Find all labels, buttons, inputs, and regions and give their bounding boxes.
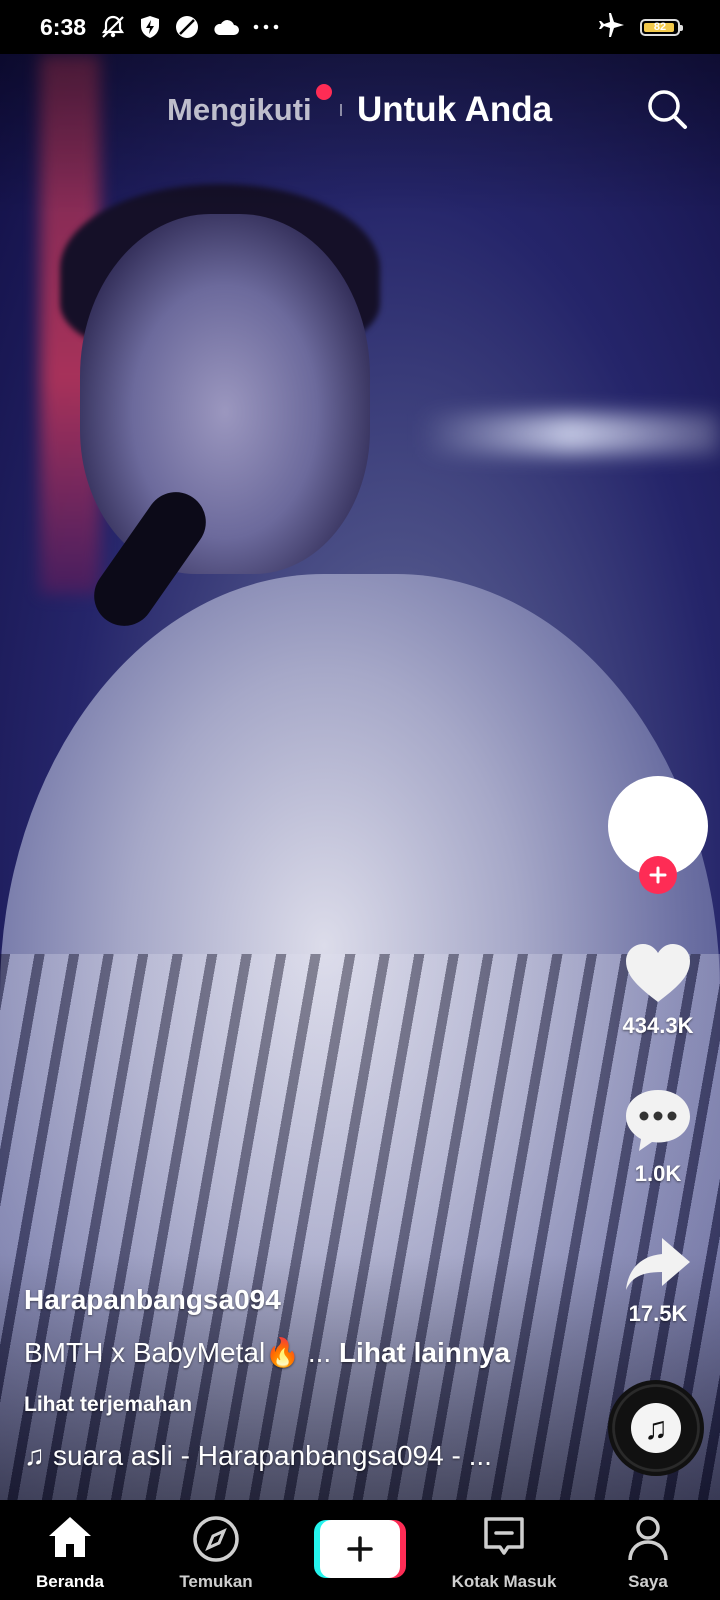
nav-profile-label: Saya [628, 1572, 668, 1591]
nav-discover-label: Temukan [179, 1572, 253, 1591]
nav-inbox-label: Kotak Masuk [451, 1572, 557, 1591]
music-disc[interactable]: ♫ [608, 1380, 704, 1476]
see-more-link[interactable]: Lihat lainnya [339, 1337, 510, 1368]
battery-level: 82 [653, 21, 667, 33]
compass-icon [193, 1516, 239, 1562]
description-text: BMTH x BabyMetal🔥 [24, 1337, 301, 1368]
description-ellipsis: ... [307, 1337, 332, 1368]
comment-icon [626, 1090, 690, 1151]
like-count: 434.3K [622, 1013, 694, 1038]
creator-username[interactable]: Harapanbangsa094 [24, 1284, 584, 1316]
notification-dot [316, 84, 332, 100]
battery-icon: 82 [640, 18, 683, 36]
status-icons-left [100, 14, 280, 40]
cloud-icon [212, 17, 240, 37]
sound-title: suara asli - Harapanbangsa094 - ... [53, 1440, 492, 1471]
share-count: 17.5K [628, 1301, 688, 1326]
status-icons-right: 82 [598, 11, 683, 44]
profile-icon [628, 1516, 668, 1561]
inbox-icon [484, 1517, 524, 1555]
follow-plus-icon[interactable] [639, 856, 677, 894]
home-icon [49, 1517, 91, 1557]
nav-home[interactable]: Beranda [0, 1500, 140, 1600]
status-bar: 6:38 82 [0, 0, 720, 54]
tab-following[interactable]: Mengikuti [167, 92, 312, 128]
shield-bolt-icon [138, 14, 162, 40]
comment-button[interactable]: 1.0K [603, 1086, 713, 1187]
nav-discover[interactable]: Temukan [146, 1500, 286, 1600]
plus-icon [347, 1536, 373, 1562]
like-button[interactable]: 434.3K [603, 940, 713, 1039]
nav-profile[interactable]: Saya [578, 1500, 718, 1600]
tab-divider [340, 104, 342, 116]
nav-home-label: Beranda [35, 1572, 105, 1591]
share-icon [626, 1238, 690, 1290]
comment-count: 1.0K [634, 1161, 682, 1186]
tab-for-you[interactable]: Untuk Anda [357, 90, 552, 130]
video-description: BMTH x BabyMetal🔥 ... Lihat lainnya [24, 1336, 584, 1369]
bell-muted-icon [100, 14, 126, 40]
create-button[interactable] [314, 1520, 406, 1578]
search-icon[interactable] [644, 86, 690, 132]
heart-icon [626, 944, 690, 1002]
more-dots-icon [252, 22, 280, 32]
feed-tabs: Mengikuti Untuk Anda [0, 84, 720, 136]
bottom-nav: Beranda Temukan Kotak Masuk Saya [0, 1500, 720, 1600]
music-note-small-icon: ♫ [24, 1440, 45, 1471]
music-note-icon: ♫ [631, 1403, 681, 1453]
share-button[interactable]: 17.5K [603, 1234, 713, 1327]
translate-link[interactable]: Lihat terjemahan [24, 1393, 584, 1417]
circle-slash-icon [174, 14, 200, 40]
airplane-icon [598, 11, 626, 44]
nav-inbox[interactable]: Kotak Masuk [434, 1500, 574, 1600]
status-time: 6:38 [40, 13, 87, 40]
sound-link[interactable]: ♫ suara asli - Harapanbangsa094 - ... [24, 1440, 584, 1472]
